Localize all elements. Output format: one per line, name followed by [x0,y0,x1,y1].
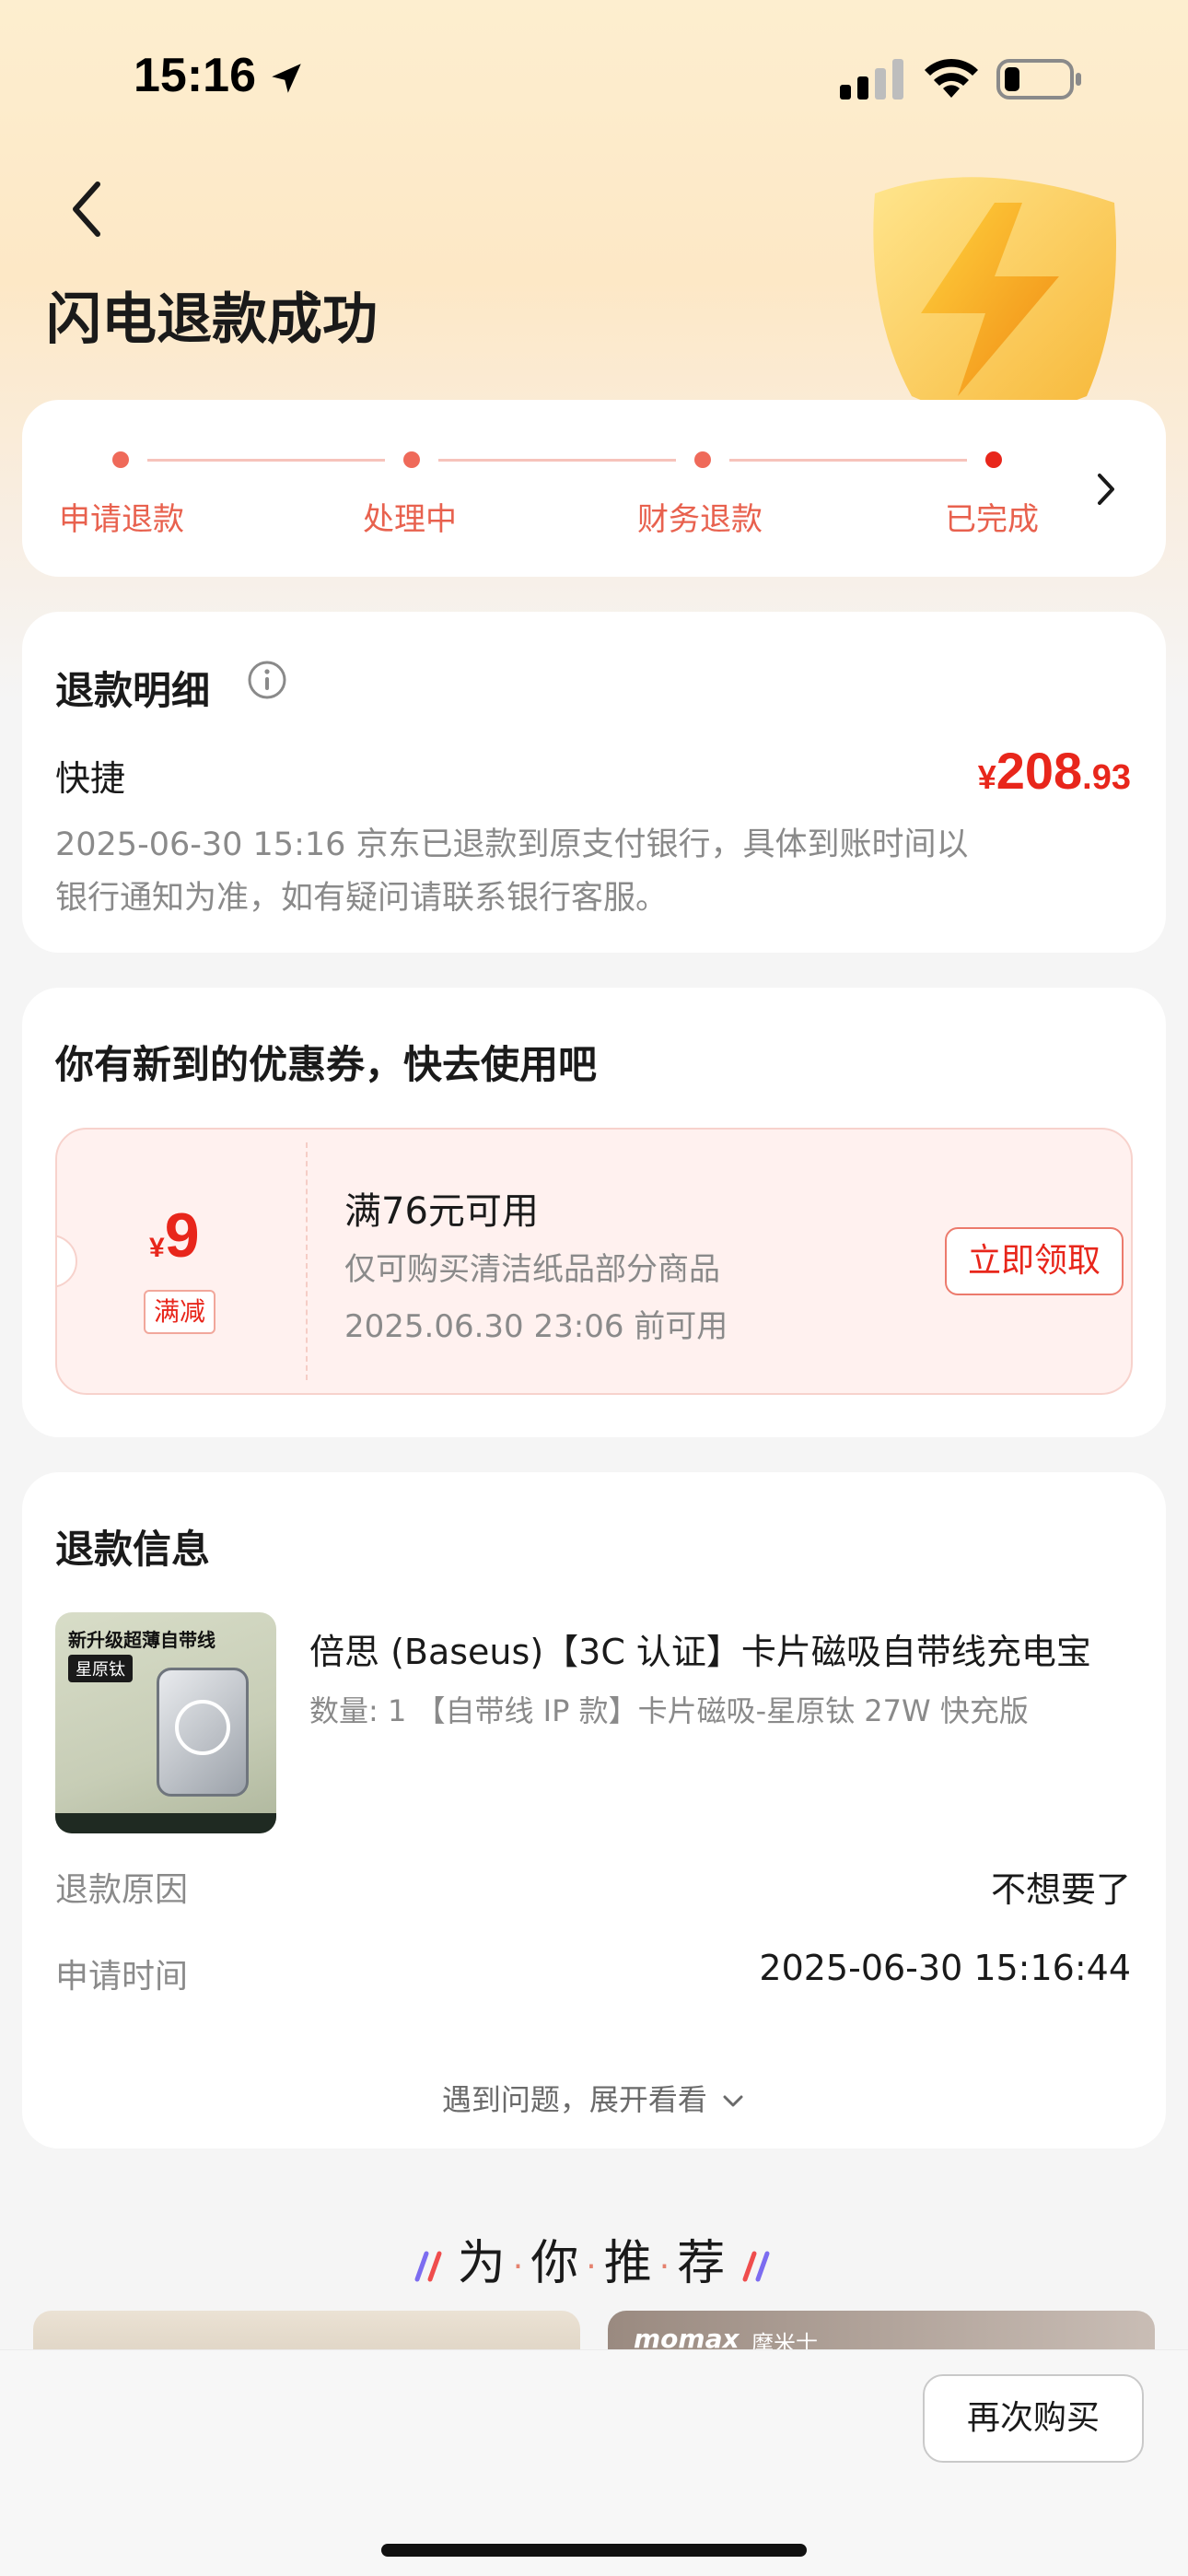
refund-detail-card: 退款明细 快捷 ¥208.93 2025-06-30 15:16 京东已退款到原… [22,612,1166,953]
apply-time-value: 2025-06-30 15:16:44 [759,1948,1131,1988]
step-label: 处理中 [363,501,457,538]
refund-description: 2025-06-30 15:16 京东已退款到原支付银行，具体到账时间以银行通知… [55,826,969,917]
coupon-condition: 满76元可用 [344,1190,539,1233]
step-dot [112,451,129,468]
amount-integer: 208 [996,742,1083,800]
step-dot-active [985,451,1002,468]
refund-method: 快捷 [55,758,126,799]
bottom-action-bar: 再次购买 [0,2349,1188,2576]
coupon-amount: 9 [164,1200,200,1270]
recommend-char: 为 [457,2236,511,2291]
refund-info-card: 退款信息 新升级超薄自带线 星原钛 倍思 (Baseus)【3C 认证】卡片磁吸… [22,1472,1166,2149]
recommend-char: 荐 [677,2236,731,2291]
product-title[interactable]: 倍思 (Baseus)【3C 认证】卡片磁吸自带线充电宝 [309,1623,1120,1674]
coupon-validity: 2025.06.30 23:06 前可用 [344,1308,728,1345]
product-image-headline: 新升级超薄自带线 [68,1629,215,1651]
cellular-signal-icon [840,59,903,100]
dot-separator: · [512,2247,530,2286]
rebuy-button[interactable]: 再次购买 [923,2374,1144,2463]
dot-separator: · [658,2247,676,2286]
apply-time-label: 申请时间 [55,1958,189,1996]
refund-detail-title: 退款明细 [55,668,211,713]
recommend-char: 推 [603,2236,658,2291]
expand-help-link[interactable]: 遇到问题，展开看看 [22,2077,1166,2119]
coupon-ticket[interactable]: ¥9 满减 满76元可用 仅可购买清洁纸品部分商品 2025.06.30 23:… [55,1128,1133,1395]
expand-help-label: 遇到问题，展开看看 [441,2082,707,2117]
refund-amount: ¥208.93 [978,741,1131,801]
product-spec: 数量: 1 【自带线 IP 款】卡片磁吸-星原钛 27W 快充版 [309,1693,1029,1728]
lightning-badge-icon [873,177,1116,415]
recommend-char: 你 [530,2236,585,2291]
home-indicator[interactable] [381,2544,807,2557]
coupon-currency: ¥ [149,1233,165,1263]
product-image-badge: 星原钛 [68,1655,133,1682]
dot-separator: · [586,2247,602,2286]
amount-decimal: .93 [1082,758,1131,797]
step-label: 申请退款 [59,501,184,538]
coupon-divider [306,1142,308,1380]
info-icon[interactable] [247,660,287,700]
chevron-right-icon[interactable] [1092,466,1120,512]
product-image-footer [55,1813,276,1833]
location-arrow-icon [272,64,301,93]
refund-progress: 申请退款 处理中 财务退款 已完成 [22,400,1166,577]
page-title: 闪电退款成功 [46,287,378,352]
magnet-ring-illustration [175,1700,230,1755]
refund-reason-value: 不想要了 [990,1869,1131,1910]
currency-symbol: ¥ [977,758,996,796]
progress-line [438,459,676,462]
status-time: 15:16 [134,49,256,102]
battery-icon [996,59,1081,100]
step-dot [403,451,420,468]
chevron-down-icon [723,2095,743,2107]
slash-decoration-icon [414,2251,442,2282]
back-button[interactable] [64,177,111,241]
step-label: 财务退款 [637,501,763,538]
step-label: 已完成 [945,501,1039,538]
coupon-notch [57,1235,77,1288]
coupon-card: 你有新到的优惠券，快去使用吧 ¥9 满减 满76元可用 仅可购买清洁纸品部分商品… [22,988,1166,1437]
refund-info-title: 退款信息 [55,1527,211,1572]
slash-decoration-icon [742,2251,770,2282]
coupon-type-tag: 满减 [144,1290,215,1334]
recommend-title: 为·你·推·荐 [0,2224,1188,2293]
step-dot [694,451,711,468]
status-bar: 15:16 [0,0,1188,138]
refund-reason-label: 退款原因 [55,1871,189,1909]
progress-line [147,459,385,462]
coupon-scope: 仅可购买清洁纸品部分商品 [344,1251,720,1288]
claim-coupon-button[interactable]: 立即领取 [945,1227,1124,1295]
wifi-icon [925,58,978,98]
progress-line [729,459,967,462]
product-image[interactable]: 新升级超薄自带线 星原钛 [55,1612,276,1833]
coupon-section-title: 你有新到的优惠券，快去使用吧 [55,1042,598,1087]
coupon-value: ¥9 [149,1200,200,1271]
